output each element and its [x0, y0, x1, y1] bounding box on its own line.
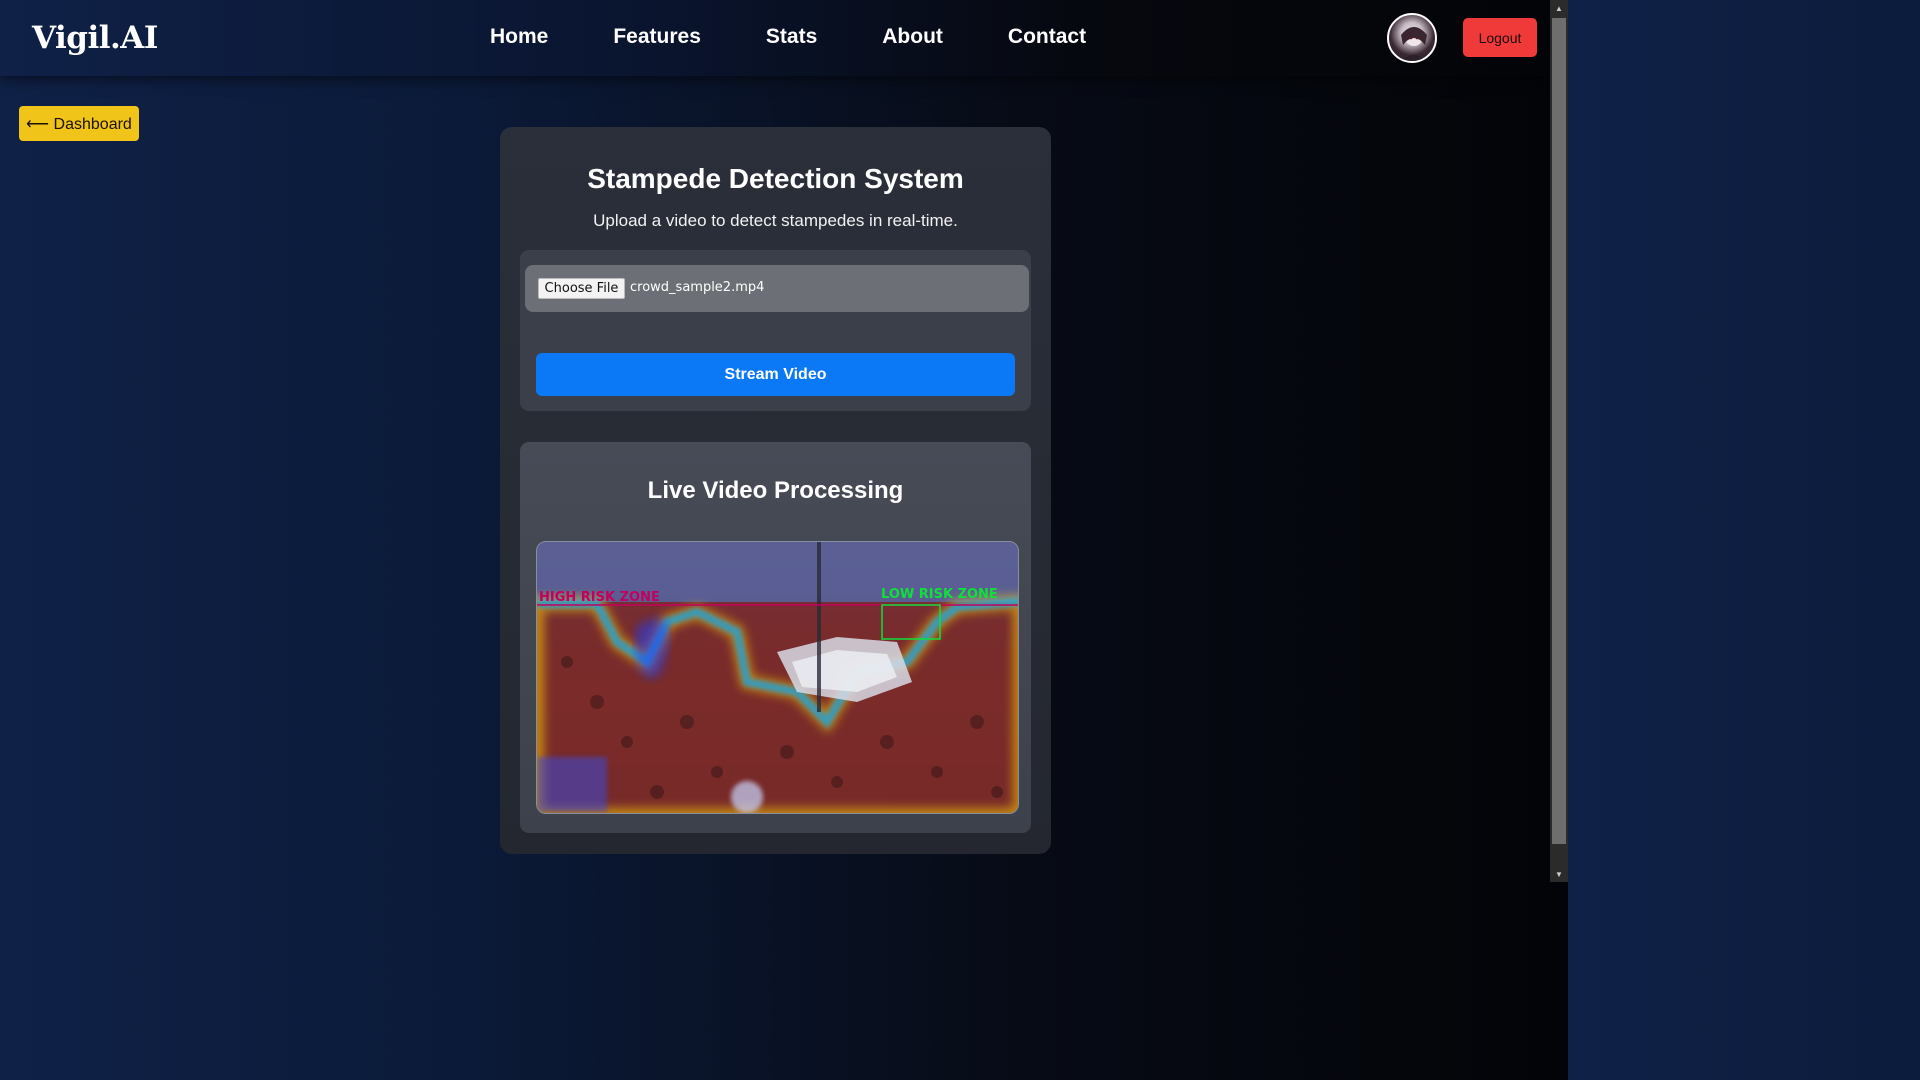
selected-file-name: crowd_sample2.mp4 — [630, 280, 765, 295]
logout-button[interactable]: Logout — [1463, 18, 1537, 57]
dashboard-back-button[interactable]: ⟵ Dashboard — [19, 106, 139, 141]
video-file-input[interactable]: Choose File crowd_sample2.mp4 — [525, 265, 1029, 312]
live-processing-title: Live Video Processing — [647, 477, 904, 504]
scroll-thumb[interactable] — [1552, 18, 1566, 844]
scroll-up-arrow-icon[interactable]: ▲ — [1550, 0, 1568, 16]
detection-card: Stampede Detection System Upload a video… — [500, 127, 1051, 854]
live-processing-panel: Live Video Processing HIGH RISK ZONE LOW… — [520, 442, 1031, 833]
nav-links: Home Features Stats About Contact — [490, 25, 1086, 49]
heatmap-overlay — [537, 542, 1018, 813]
nav-contact[interactable]: Contact — [1008, 25, 1086, 49]
high-risk-zone-label: HIGH RISK ZONE — [539, 590, 660, 605]
page-title: Stampede Detection System — [587, 163, 964, 194]
page-scrollbar[interactable]: ▲ ▼ — [1550, 0, 1568, 882]
avatar-image — [1401, 27, 1427, 61]
user-avatar[interactable] — [1387, 13, 1437, 63]
nav-home[interactable]: Home — [490, 25, 548, 49]
page-subtitle: Upload a video to detect stampedes in re… — [593, 211, 958, 230]
nav-about[interactable]: About — [882, 25, 943, 49]
scroll-down-arrow-icon[interactable]: ▼ — [1550, 866, 1568, 882]
upload-panel: Choose File crowd_sample2.mp4 Stream Vid… — [520, 250, 1031, 411]
app-logo[interactable]: Vigil.AI — [32, 20, 158, 56]
nav-features[interactable]: Features — [613, 25, 701, 49]
top-navbar: Vigil.AI Home Features Stats About Conta… — [0, 0, 1550, 76]
choose-file-button[interactable]: Choose File — [538, 278, 625, 299]
low-risk-zone-label: LOW RISK ZONE — [881, 587, 998, 602]
nav-stats[interactable]: Stats — [766, 25, 817, 49]
live-video-frame[interactable]: HIGH RISK ZONE LOW RISK ZONE — [536, 541, 1019, 814]
stream-video-button[interactable]: Stream Video — [536, 353, 1015, 396]
